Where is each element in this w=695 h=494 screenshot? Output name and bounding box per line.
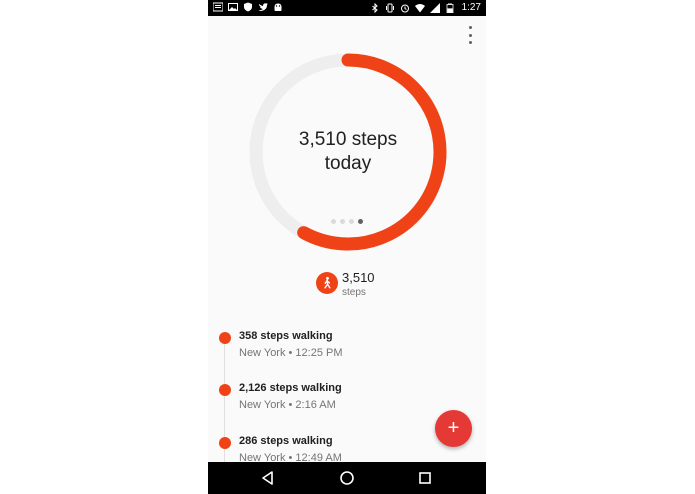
status-time: 1:27 — [461, 2, 481, 13]
vibrate-icon — [385, 3, 395, 13]
back-icon[interactable] — [260, 470, 276, 486]
wifi-icon — [414, 3, 425, 13]
news-icon — [213, 2, 223, 12]
activity-title: 358 steps walking — [239, 330, 333, 342]
twitter-icon — [258, 2, 268, 12]
add-activity-button[interactable]: + — [435, 410, 472, 447]
signal-icon — [429, 2, 440, 13]
page-dot — [340, 219, 345, 224]
page-dot — [358, 219, 363, 224]
app-screen: 1:27 3,510 steps today 3,510 steps 358 s… — [208, 0, 486, 494]
summary-steps-unit: steps — [342, 287, 366, 298]
ring-period-label: today — [324, 153, 372, 174]
navigation-bar — [208, 462, 486, 494]
ring-steps-value: 3,510 steps — [298, 129, 398, 150]
alarm-icon — [400, 3, 410, 13]
page-indicator — [331, 219, 363, 224]
activity-title: 286 steps walking — [239, 435, 333, 447]
activity-subtitle: New York • 2:16 AM — [239, 399, 336, 411]
shield-notification-icon — [243, 2, 253, 12]
notification-icons — [213, 2, 283, 12]
overflow-menu-icon[interactable] — [465, 26, 475, 44]
battery-icon — [445, 3, 455, 13]
page-dot — [331, 219, 336, 224]
home-icon[interactable] — [339, 470, 355, 486]
image-icon — [228, 2, 238, 12]
activity-dot-icon — [219, 384, 231, 396]
status-bar: 1:27 — [208, 0, 486, 16]
activity-title: 2,126 steps walking — [239, 382, 342, 394]
bluetooth-icon — [370, 2, 380, 13]
recents-icon[interactable] — [417, 470, 433, 486]
activity-dot-icon — [219, 437, 231, 449]
ring-label: 3,510 steps today — [248, 128, 448, 176]
system-icons: 1:27 — [370, 1, 481, 14]
summary-steps-value: 3,510 — [342, 270, 375, 285]
page-dot — [349, 219, 354, 224]
android-icon — [273, 2, 283, 12]
activity-dot-icon — [219, 332, 231, 344]
walking-icon — [316, 272, 338, 294]
activity-subtitle: New York • 12:25 PM — [239, 347, 343, 359]
timeline-item[interactable]: 358 steps walking New York • 12:25 PM — [208, 329, 486, 369]
